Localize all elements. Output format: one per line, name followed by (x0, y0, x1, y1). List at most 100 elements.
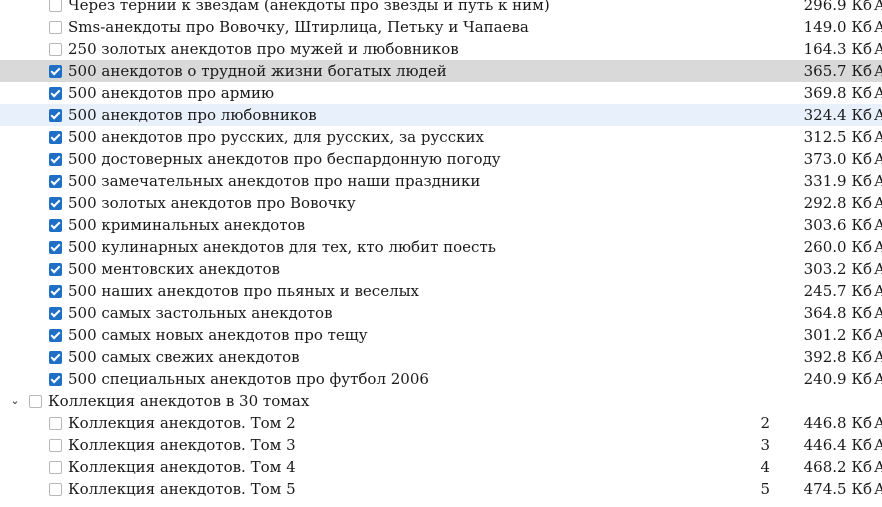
tree-item-row[interactable]: 500 специальных анекдотов про футбол 200… (0, 368, 882, 390)
item-size: 312.5 Кб (803, 128, 872, 146)
tree-group-row[interactable]: ⌄ Коллекция анекдотов в 30 томах (0, 390, 882, 412)
item-name: 500 анекдотов про любовников (68, 106, 317, 124)
item-extra: А (874, 194, 882, 212)
item-extra: А (874, 414, 882, 432)
tree-item-row[interactable]: 500 криминальных анекдотов 303.6 Кб А (0, 214, 882, 236)
item-name: Через тернии к звездам (анекдоты про зве… (68, 0, 550, 14)
item-size: 446.4 Кб (803, 436, 872, 454)
file-tree: Через тернии к звездам (анекдоты про зве… (0, 0, 882, 500)
item-name: 250 золотых анекдотов про мужей и любовн… (68, 40, 459, 58)
item-name: 500 анекдотов про русских, для русских, … (68, 128, 484, 146)
tree-item-row[interactable]: 500 золотых анекдотов про Вовочку 292.8 К… (0, 192, 882, 214)
checkbox[interactable] (49, 175, 62, 188)
item-name: 500 криминальных анекдотов (68, 216, 306, 234)
item-extra: А (874, 238, 882, 256)
item-extra: А (874, 62, 882, 80)
tree-item-row[interactable]: Коллекция анекдотов. Том 5 5 474.5 Кб А (0, 478, 882, 500)
tree-item-row[interactable]: 500 ментовских анекдотов 303.2 Кб А (0, 258, 882, 280)
checkbox[interactable] (49, 0, 62, 12)
item-name: 500 анекдотов про армию (68, 84, 275, 102)
item-name: Коллекция анекдотов. Том 4 (68, 458, 296, 476)
checkbox[interactable] (49, 417, 62, 430)
item-size: 245.7 Кб (803, 282, 872, 300)
checkbox[interactable] (49, 87, 62, 100)
checkbox[interactable] (49, 307, 62, 320)
item-extra: А (874, 370, 882, 388)
item-size: 369.8 Кб (803, 84, 872, 102)
checkbox[interactable] (29, 395, 42, 408)
tree-item-row[interactable]: Sms-анекдоты про Вовочку, Штирлица, Петь… (0, 16, 882, 38)
item-size: 468.2 Кб (803, 458, 872, 476)
item-extra: А (874, 84, 882, 102)
tree-item-row[interactable]: 500 самых новых анекдотов про тещу 301.2 … (0, 324, 882, 346)
item-name: 500 наших анекдотов про пьяных и веселых (68, 282, 419, 300)
item-size: 292.8 Кб (803, 194, 872, 212)
tree-item-row[interactable]: 500 самых застольных анекдотов 364.8 Кб А (0, 302, 882, 324)
chevron-down-icon[interactable]: ⌄ (9, 390, 21, 412)
item-extra: А (874, 128, 882, 146)
tree-item-row[interactable]: 500 анекдотов о трудной жизни богатых лю… (0, 60, 882, 82)
item-extra: А (874, 150, 882, 168)
item-size: 474.5 Кб (803, 480, 872, 498)
tree-item-row[interactable]: Коллекция анекдотов. Том 3 3 446.4 Кб А (0, 434, 882, 456)
checkbox[interactable] (49, 373, 62, 386)
tree-item-row[interactable]: 500 анекдотов про русских, для русских, … (0, 126, 882, 148)
item-extra: А (874, 106, 882, 124)
item-extra: А (874, 260, 882, 278)
item-size: 303.6 Кб (803, 216, 872, 234)
item-extra: А (874, 480, 882, 498)
tree-item-row[interactable]: 500 анекдотов про армию 369.8 Кб А (0, 82, 882, 104)
tree-item-row[interactable]: 500 достоверных анекдотов про беспардонн… (0, 148, 882, 170)
checkbox[interactable] (49, 65, 62, 78)
item-extra: А (874, 304, 882, 322)
item-name: Sms-анекдоты про Вовочку, Штирлица, Петь… (68, 18, 529, 36)
item-name: 500 достоверных анекдотов про беспардонн… (68, 150, 501, 168)
item-size: 365.7 Кб (803, 62, 872, 80)
item-size: 364.8 Кб (803, 304, 872, 322)
checkbox[interactable] (49, 43, 62, 56)
item-size: 240.9 Кб (803, 370, 872, 388)
tree-item-row[interactable]: 500 кулинарных анекдотов для тех, кто лю… (0, 236, 882, 258)
tree-item-row[interactable]: Коллекция анекдотов. Том 2 2 446.8 Кб А (0, 412, 882, 434)
item-name: 500 замечательных анекдотов про наши пра… (68, 172, 481, 190)
item-size: 149.0 Кб (803, 18, 872, 36)
checkbox[interactable] (49, 351, 62, 364)
item-name: 500 самых новых анекдотов про тещу (68, 326, 368, 344)
checkbox[interactable] (49, 153, 62, 166)
item-extra: А (874, 172, 882, 190)
checkbox[interactable] (49, 131, 62, 144)
item-size: 303.2 Кб (803, 260, 872, 278)
tree-item-row[interactable]: Через тернии к звездам (анекдоты про зве… (0, 0, 882, 16)
checkbox[interactable] (49, 461, 62, 474)
item-extra: А (874, 282, 882, 300)
checkbox[interactable] (49, 241, 62, 254)
checkbox[interactable] (49, 285, 62, 298)
item-size: 324.4 Кб (803, 106, 872, 124)
item-extra: А (874, 326, 882, 344)
tree-item-row[interactable]: 250 золотых анекдотов про мужей и любовн… (0, 38, 882, 60)
checkbox[interactable] (49, 329, 62, 342)
checkbox[interactable] (49, 219, 62, 232)
checkbox[interactable] (49, 21, 62, 34)
checkbox[interactable] (49, 439, 62, 452)
tree-item-row[interactable]: 500 самых свежих анекдотов 392.8 Кб А (0, 346, 882, 368)
item-name: Коллекция анекдотов в 30 томах (48, 392, 310, 410)
checkbox[interactable] (49, 483, 62, 496)
tree-item-row[interactable]: 500 наших анекдотов про пьяных и веселых… (0, 280, 882, 302)
item-name: Коллекция анекдотов. Том 2 (68, 414, 296, 432)
tree-item-row[interactable]: 500 анекдотов про любовников 324.4 Кб А (0, 104, 882, 126)
item-name: 500 самых свежих анекдотов (68, 348, 300, 366)
item-name: 500 специальных анекдотов про футбол 200… (68, 370, 429, 388)
checkbox[interactable] (49, 263, 62, 276)
checkbox[interactable] (49, 109, 62, 122)
checkbox[interactable] (49, 197, 62, 210)
item-extra: А (874, 18, 882, 36)
item-extra: А (874, 348, 882, 366)
item-size: 260.0 Кб (803, 238, 872, 256)
item-size: 373.0 Кб (803, 150, 872, 168)
tree-item-row[interactable]: Коллекция анекдотов. Том 4 4 468.2 Кб А (0, 456, 882, 478)
item-size: 392.8 Кб (803, 348, 872, 366)
item-name: 500 анекдотов о трудной жизни богатых лю… (68, 62, 447, 80)
tree-item-row[interactable]: 500 замечательных анекдотов про наши пра… (0, 170, 882, 192)
item-size: 331.9 Кб (803, 172, 872, 190)
